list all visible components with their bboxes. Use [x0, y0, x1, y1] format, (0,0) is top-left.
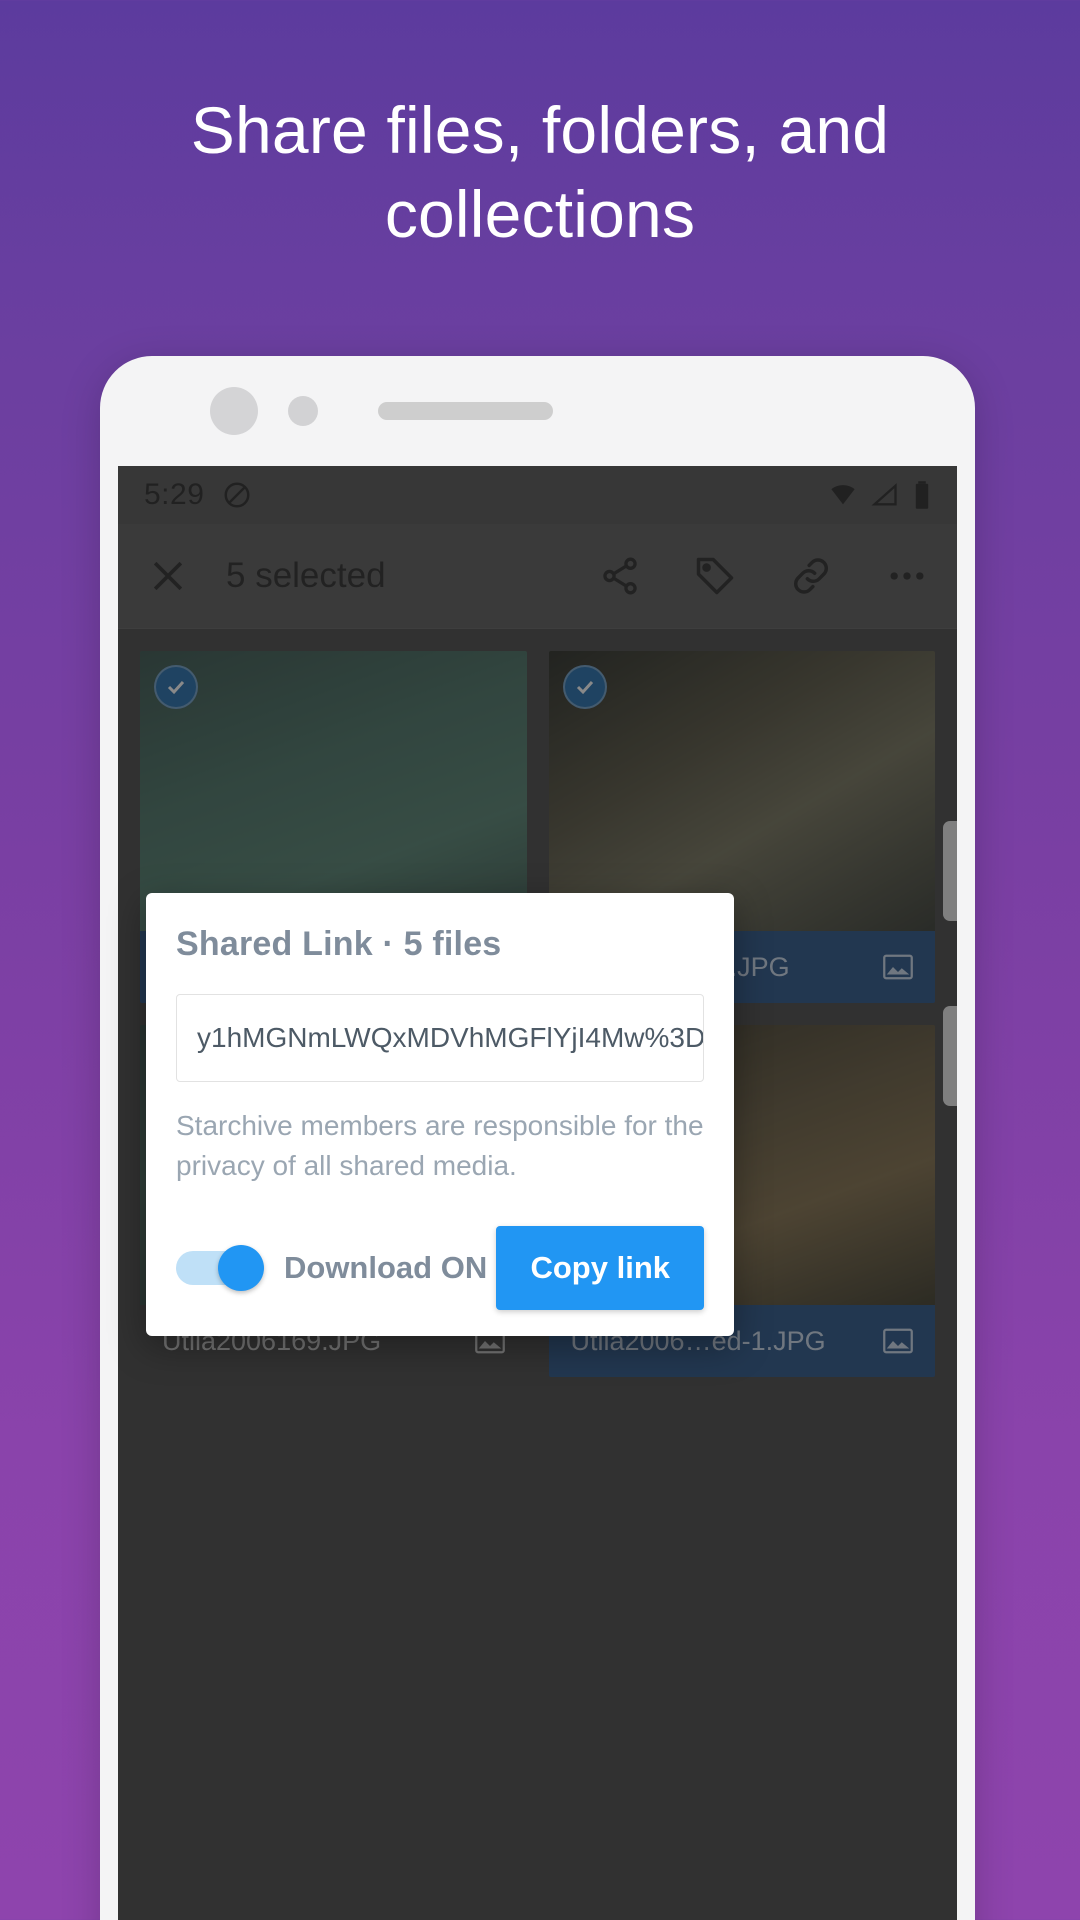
copy-link-button[interactable]: Copy link	[496, 1225, 704, 1310]
scroll-tab-upper[interactable]	[943, 821, 957, 921]
download-toggle-group[interactable]: Download ON	[176, 1244, 488, 1291]
image-icon	[883, 954, 913, 980]
status-time: 5:29	[144, 478, 205, 511]
selection-check-icon[interactable]	[154, 665, 198, 709]
phone-top-bezel	[100, 356, 975, 466]
image-icon	[883, 1328, 913, 1354]
selection-toolbar: 5 selected	[118, 524, 957, 629]
download-toggle-label: Download ON	[284, 1249, 488, 1285]
shared-link-input[interactable]: y1hMGNmLWQxMDVhMGFlYjI4Mw%3D%3D	[176, 994, 704, 1082]
selection-check-icon[interactable]	[562, 665, 607, 709]
share-icon[interactable]	[599, 555, 641, 597]
toggle-knob	[218, 1244, 264, 1291]
front-camera-icon	[210, 387, 258, 435]
earpiece-speaker	[378, 402, 553, 420]
privacy-note: Starchive members are responsible for th…	[176, 1110, 704, 1181]
close-icon[interactable]	[146, 554, 190, 598]
selection-count-label: 5 selected	[226, 556, 386, 595]
thumbnail[interactable]	[548, 651, 935, 931]
more-options-icon[interactable]	[885, 554, 929, 598]
scroll-tab-lower[interactable]	[943, 1006, 957, 1106]
download-toggle[interactable]	[176, 1244, 264, 1291]
battery-icon	[913, 480, 931, 510]
wifi-icon	[829, 481, 857, 509]
do-not-disturb-icon	[222, 480, 252, 510]
thumbnail[interactable]	[140, 651, 527, 931]
shared-link-dialog: Shared Link · 5 files y1hMGNmLWQxMDVhMGF…	[146, 893, 734, 1336]
page-title: Share files, folders, and collections	[190, 93, 890, 252]
tag-icon[interactable]	[693, 554, 737, 598]
dialog-title: Shared Link · 5 files	[176, 925, 502, 963]
signal-icon	[871, 481, 899, 509]
dialog-actions: Download ON Copy link	[176, 1225, 704, 1310]
link-icon[interactable]	[789, 554, 833, 598]
status-bar: 5:29	[118, 466, 957, 524]
sensor-icon	[288, 396, 318, 426]
